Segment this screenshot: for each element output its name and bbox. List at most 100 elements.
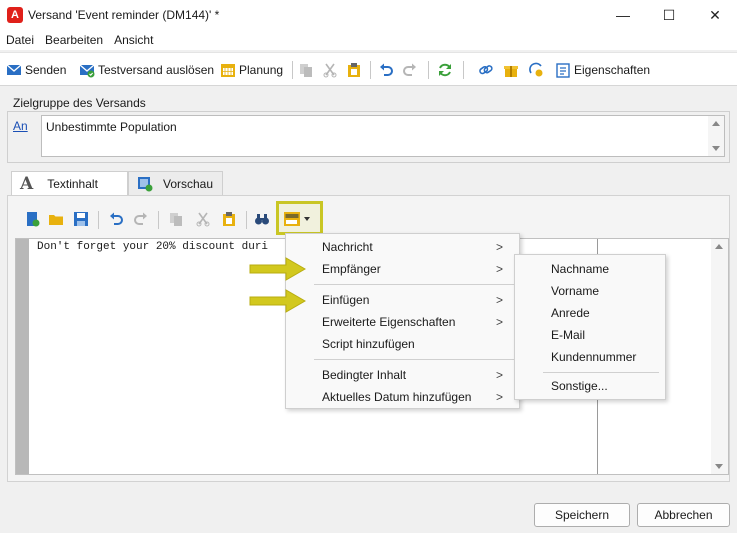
- editor-paste-button[interactable]: [221, 211, 237, 229]
- menu-separator: [314, 359, 514, 360]
- save-button[interactable]: Speichern: [534, 503, 630, 527]
- menu-item-recipient[interactable]: Empfänger >: [286, 258, 519, 280]
- send-button[interactable]: Senden: [6, 61, 66, 79]
- clipboard-icon: [221, 211, 237, 227]
- menu-item-label: Einfügen: [322, 293, 370, 307]
- redo-button[interactable]: [402, 61, 418, 79]
- submenu-item-lastname[interactable]: Nachname: [515, 258, 665, 280]
- send-label: Senden: [25, 63, 67, 77]
- population-scrollbar[interactable]: [708, 116, 724, 156]
- menu-item-label: Empfänger: [322, 262, 381, 276]
- cut-button[interactable]: [322, 61, 338, 79]
- tab-preview[interactable]: Vorschau: [128, 171, 223, 195]
- minimize-button[interactable]: —: [600, 0, 646, 30]
- copy-icon: [298, 62, 314, 78]
- editor-undo-button[interactable]: [108, 211, 124, 229]
- submenu-item-customer-number[interactable]: Kundennummer: [515, 346, 665, 368]
- copy-button[interactable]: [298, 61, 314, 79]
- window-title: Versand 'Event reminder (DM144)' *: [28, 8, 220, 22]
- menu-edit[interactable]: Bearbeiten: [39, 33, 108, 47]
- undo-button[interactable]: [378, 61, 394, 79]
- toolbar-separator: [370, 61, 371, 79]
- maximize-button[interactable]: ☐: [646, 0, 692, 30]
- folder-icon: [48, 211, 64, 227]
- menu-file[interactable]: Datei: [0, 33, 39, 47]
- cancel-button[interactable]: Abbrechen: [637, 503, 730, 527]
- planning-button[interactable]: Planung: [220, 61, 283, 79]
- submenu-item-label: Vorname: [551, 284, 600, 298]
- submenu-item-salutation[interactable]: Anrede: [515, 302, 665, 324]
- submenu-item-other[interactable]: Sonstige...: [515, 375, 665, 397]
- clipboard-icon: [346, 62, 362, 78]
- open-button[interactable]: [48, 211, 64, 229]
- editor-redo-button[interactable]: [133, 211, 149, 229]
- copy-icon: [168, 211, 184, 227]
- gift-icon: [503, 62, 519, 78]
- population-value: Unbestimmte Population: [46, 120, 177, 134]
- insert-field-dropdown-button[interactable]: [283, 211, 313, 229]
- close-button[interactable]: ✕: [692, 0, 737, 30]
- undo-icon: [378, 62, 394, 78]
- properties-button[interactable]: Eigenschaften: [555, 61, 650, 79]
- binoculars-icon: [254, 211, 270, 227]
- chevron-right-icon: >: [495, 390, 503, 404]
- scroll-up-icon[interactable]: [715, 244, 723, 249]
- paste-button[interactable]: [346, 61, 362, 79]
- envelope-icon: [6, 62, 22, 78]
- menu-separator: [314, 284, 514, 285]
- new-doc-button[interactable]: [24, 211, 40, 229]
- editor-toolbar-separator: [246, 211, 247, 229]
- links-button[interactable]: [478, 61, 494, 79]
- menu-item-add-script[interactable]: Script hinzufügen: [286, 333, 519, 355]
- planning-label: Planung: [239, 63, 284, 77]
- target-group-heading: Zielgruppe des Versands: [13, 96, 146, 110]
- toolbar-separator: [428, 61, 429, 79]
- tab-text-content[interactable]: A Textinhalt: [11, 171, 128, 195]
- chevron-right-icon: >: [495, 368, 503, 382]
- submenu-item-firstname[interactable]: Vorname: [515, 280, 665, 302]
- editor-scrollbar[interactable]: [711, 239, 728, 474]
- editor-cut-button[interactable]: [195, 211, 211, 229]
- submenu-item-label: Nachname: [551, 262, 610, 276]
- editor-toolbar-separator: [98, 211, 99, 229]
- test-send-button[interactable]: Testversand auslösen: [79, 61, 214, 79]
- text-icon: A: [20, 173, 34, 194]
- calendar-icon: [220, 62, 236, 78]
- submenu-item-email[interactable]: E-Mail: [515, 324, 665, 346]
- menu-view[interactable]: Ansicht: [108, 33, 158, 47]
- menu-item-label: Bedingter Inhalt: [322, 368, 407, 382]
- menu-item-label: Nachricht: [322, 240, 373, 254]
- properties-label: Eigenschaften: [574, 63, 651, 77]
- menu-item-advanced-properties[interactable]: Erweiterte Eigenschaften >: [286, 311, 519, 333]
- test-send-label: Testversand auslösen: [98, 63, 215, 77]
- population-field[interactable]: Unbestimmte Population: [41, 115, 725, 157]
- tracking-button[interactable]: [528, 61, 544, 79]
- recipient-submenu: Nachname Vorname Anrede E-Mail Kundennum…: [514, 254, 666, 400]
- tab-preview-label: Vorschau: [163, 176, 214, 191]
- scroll-up-icon[interactable]: [712, 121, 720, 126]
- editor-copy-button[interactable]: [168, 211, 184, 229]
- menu-item-add-current-date[interactable]: Aktuelles Datum hinzufügen >: [286, 386, 519, 408]
- menu-item-conditional-content[interactable]: Bedingter Inhalt >: [286, 364, 519, 386]
- scroll-down-icon[interactable]: [715, 464, 723, 469]
- editor-content[interactable]: Don't forget your 20% discount duri: [37, 241, 268, 253]
- save-doc-button[interactable]: [73, 211, 89, 229]
- refresh-button[interactable]: [437, 61, 453, 79]
- scroll-down-icon[interactable]: [712, 146, 720, 151]
- to-link[interactable]: An: [13, 119, 28, 133]
- menu-item-message[interactable]: Nachricht >: [286, 236, 519, 258]
- new-document-icon: [24, 211, 40, 227]
- submenu-item-label: Sonstige...: [551, 379, 608, 393]
- test-envelope-icon: [79, 62, 95, 78]
- submenu-separator: [543, 372, 659, 373]
- offers-button[interactable]: [503, 61, 519, 79]
- main-toolbar: Senden Testversand auslösen Planung Eige…: [0, 52, 737, 86]
- undo-icon: [108, 211, 124, 227]
- personalization-field-icon: [283, 211, 313, 227]
- toolbar-separator: [292, 61, 293, 79]
- menu-item-insert[interactable]: Einfügen >: [286, 289, 519, 311]
- app-logo-icon: A: [7, 7, 23, 23]
- redo-icon: [402, 62, 418, 78]
- properties-icon: [555, 62, 571, 78]
- find-button[interactable]: [254, 211, 270, 229]
